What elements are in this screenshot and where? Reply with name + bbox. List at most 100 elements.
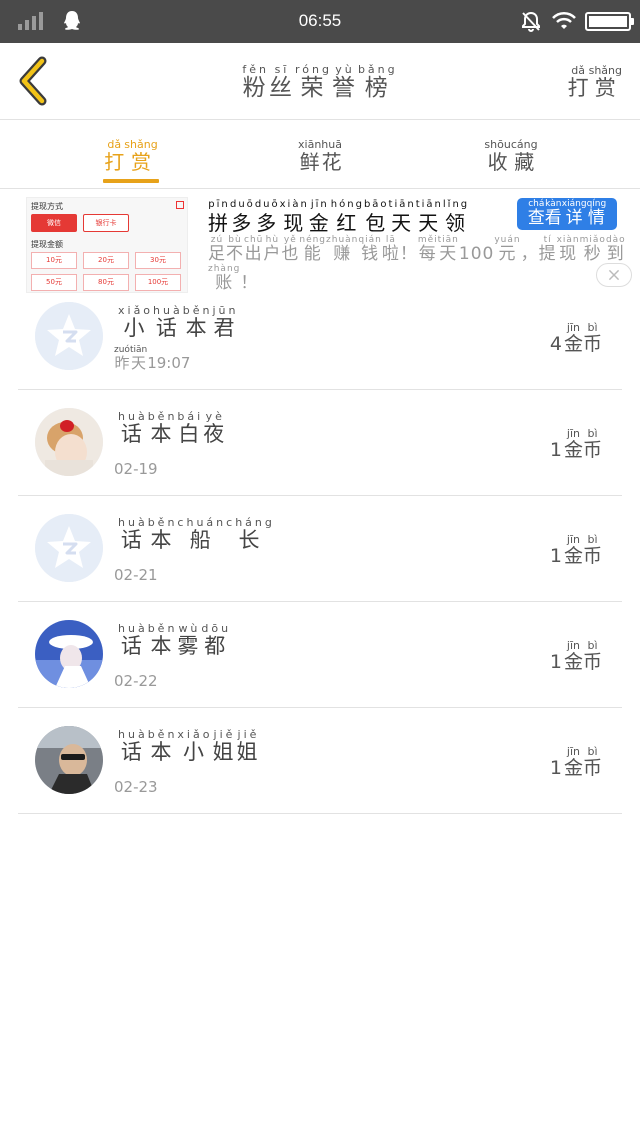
wifi-icon — [552, 11, 576, 29]
pinyin-char: miǎo 秒 — [580, 236, 606, 263]
hanzi: ， — [520, 244, 539, 264]
hanzi: 本 — [150, 528, 175, 552]
hanzi: 红 — [336, 211, 359, 235]
hanzi: 元 — [498, 244, 517, 264]
pinyin-char: dǎ 打 — [104, 139, 124, 172]
pinyin-char: jīn 金 — [564, 534, 583, 566]
hanzi: 每 — [418, 244, 437, 264]
pinyin-char: bì 币 — [583, 428, 602, 460]
hanzi: 打 — [567, 76, 589, 100]
pinyin-char: bì 币 — [583, 534, 602, 566]
pinyin-char: jīn 金 — [564, 746, 583, 778]
pinyin-char: dào 到 — [606, 236, 626, 263]
hanzi: 本 — [150, 740, 175, 764]
pinyin-char: jūn 君 — [212, 305, 238, 339]
coin-count: 4 jīn 金 bì 币 — [549, 321, 602, 355]
avatar-default-icon[interactable] — [35, 302, 103, 370]
hanzi: 金 — [563, 651, 583, 673]
pinyin-char: jīn 金 — [564, 322, 583, 354]
hanzi: 情 — [587, 208, 605, 228]
hanzi: 姐 — [236, 740, 261, 764]
fan-ranking-list: xiǎo 小 huà 话 běn 本 jūn 君 zuó 昨 tiān 天 19:07 4 jīn 金 b… — [18, 284, 622, 814]
hanzi: 赏 — [594, 76, 616, 100]
reward-time: 02-21 — [114, 558, 158, 584]
pinyin-char: chá 查 — [528, 200, 545, 227]
list-item[interactable]: huà 话 běn 本 xiǎo 小 jiě 姐 jiě 姐 02-23 1 jīn 金 bì 币 — [18, 708, 622, 814]
avatar-image[interactable] — [35, 408, 103, 476]
avatar-image[interactable] — [35, 726, 103, 794]
hanzi: 话 — [155, 316, 180, 340]
ad-thumb-amount-label: 提现金额 — [31, 240, 63, 249]
pinyin-char: dǎ 打 — [568, 65, 589, 99]
ad-thumb-wechat: 微信 — [31, 214, 77, 232]
hanzi: 提 — [538, 244, 557, 264]
list-item[interactable]: huà 话 běn 本 bái 白 yè 夜 02-19 1 jīn 金 bì 币 — [18, 390, 622, 496]
pinyin-char: yè 夜 — [203, 411, 227, 445]
ad-image[interactable]: 提现方式 微信 银行卡 提现金额 10元 20元 30元 50元 80元 100… — [26, 197, 188, 293]
list-item[interactable]: huà 话 běn 本 wù 雾 dōu 都 02-22 1 jīn 金 bì 币 — [18, 602, 622, 708]
pinyin-char: dōu 都 — [201, 623, 231, 657]
pinyin-char: chū 出 — [244, 236, 263, 263]
hanzi: 打 — [104, 150, 125, 174]
pinyin-char: lā 啦 — [382, 236, 400, 263]
hanzi: 19:07 — [147, 354, 191, 372]
hanzi: 拼 — [208, 211, 230, 235]
hanzi: 看 — [544, 208, 562, 228]
tab-reward[interactable]: dǎ 打 shǎng 赏 — [76, 139, 186, 174]
pinyin-char: huà 话 — [118, 729, 148, 763]
pinyin-char: huà 话 — [153, 305, 183, 339]
pinyin-char: huà 话 — [118, 623, 148, 657]
avatar-image[interactable] — [35, 620, 103, 688]
hanzi: 02-22 — [114, 672, 158, 690]
pinyin-char: ！ — [400, 236, 418, 263]
hanzi: 多 — [256, 211, 279, 235]
pinyin-char: tiān 天 — [130, 346, 147, 371]
hanzi: 榜 — [364, 75, 391, 101]
user-name: huà 话 běn 本 xiǎo 小 jiě 姐 jiě 姐 — [118, 729, 260, 764]
hanzi: 多 — [231, 211, 254, 235]
ad-banner[interactable]: 提现方式 微信 银行卡 提现金额 10元 20元 30元 50元 80元 100… — [0, 190, 640, 294]
pinyin-char: kàn 看 — [545, 200, 562, 227]
hanzi: 足 — [208, 244, 226, 264]
hanzi: 金 — [563, 545, 583, 567]
avatar-default-icon[interactable] — [35, 514, 103, 582]
hanzi: 天 — [439, 244, 458, 264]
user-name: huà 话 běn 本 wù 雾 dōu 都 — [118, 623, 231, 658]
hanzi: 夜 — [203, 422, 228, 446]
mute-bell-icon — [522, 11, 540, 32]
hanzi: 都 — [204, 634, 229, 658]
pinyin-char: běn 本 — [148, 623, 178, 657]
coin-count: 1 jīn 金 bì 币 — [549, 427, 602, 461]
pinyin-char: xiàn 现 — [280, 200, 309, 234]
hanzi: 天 — [391, 211, 414, 235]
hanzi: 币 — [582, 545, 602, 567]
pinyin-char: pīn 拼 — [208, 200, 230, 235]
hanzi: 户 — [263, 244, 282, 264]
user-name: huà 话 běn 本 bái 白 yè 夜 — [118, 411, 227, 446]
tab-bar: dǎ 打 shǎng 赏 xiān 鲜 huā 花 shōu 收 cáng 藏 — [0, 121, 640, 189]
hanzi: 出 — [244, 244, 263, 264]
pinyin-char: tiān 天 — [438, 236, 459, 263]
status-bar: 06:55 — [0, 0, 640, 43]
ad-title[interactable]: pīn 拼 duō 多 duō 多 xiàn 现 jīn 金 hóng 红 bāo 包 tiān 天 tiān 天… — [208, 200, 469, 235]
hanzi: 收 — [487, 150, 508, 174]
list-item[interactable]: huà 话 běn 本 chuán 船 cháng 长 02-21 1 jīn 金 bì 币 — [18, 496, 622, 602]
hanzi: 话 — [120, 634, 145, 658]
ad-thumb-corner — [176, 201, 184, 209]
tab-favorites[interactable]: shōu 收 cáng 藏 — [456, 139, 566, 174]
hanzi: 长 — [238, 528, 263, 552]
pinyin-char: yuán 元 — [494, 236, 520, 263]
reward-button[interactable]: dǎ 打 shǎng 赏 — [568, 65, 622, 100]
tab-flowers[interactable]: xiān 鲜 huā 花 — [265, 139, 375, 174]
list-item[interactable]: xiǎo 小 huà 话 běn 本 jūn 君 zuó 昨 tiān 天 19:07 4 jīn 金 b… — [18, 284, 622, 390]
hanzi: 昨 — [114, 354, 130, 372]
hanzi: 秒 — [583, 244, 602, 264]
app-header: fěn 粉 sī 丝 róng 荣 yù 誉 bǎng 榜 dǎ 打 shǎng 赏 — [0, 43, 640, 120]
pinyin-char: bāo 包 — [364, 200, 389, 234]
view-details-button[interactable]: chá 查 kàn 看 xiáng 详 qíng 情 — [517, 198, 617, 230]
hanzi: 不 — [226, 244, 244, 264]
hanzi: 天 — [131, 354, 147, 372]
ad-thumb-amount: 20元 — [83, 252, 129, 269]
pinyin-char: huā 花 — [321, 139, 342, 172]
hanzi: 币 — [582, 439, 602, 461]
